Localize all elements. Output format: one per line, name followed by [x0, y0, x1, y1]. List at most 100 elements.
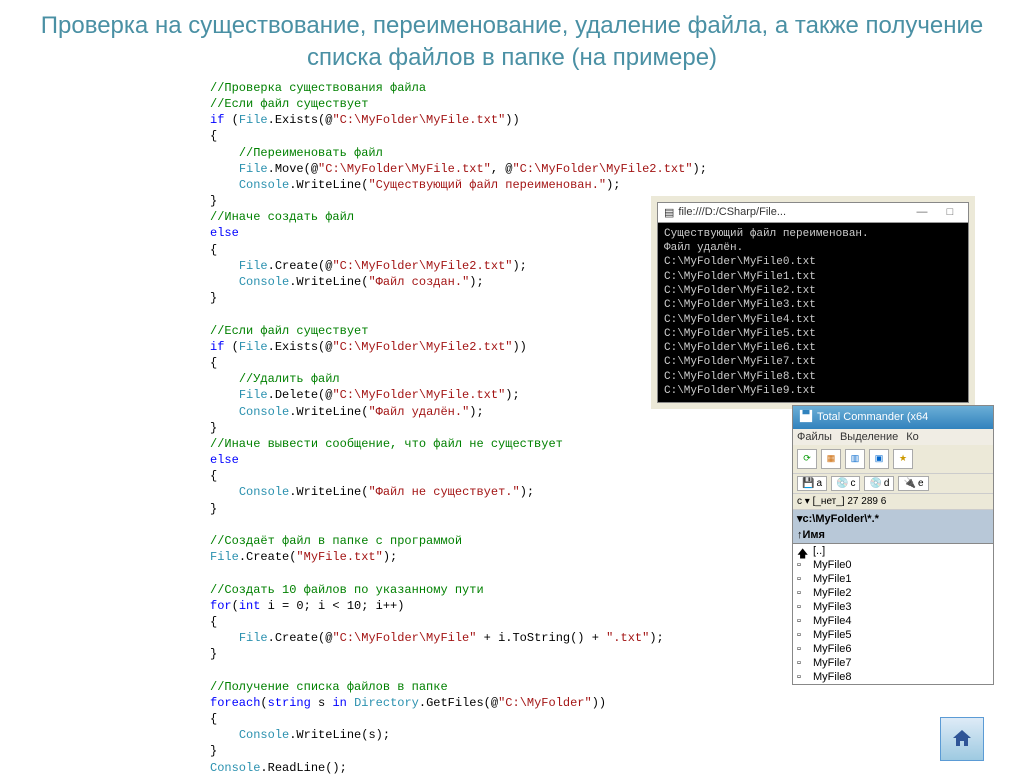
updir-item[interactable]: 🡅[..]: [793, 544, 993, 558]
menu-more[interactable]: Ко: [906, 431, 919, 443]
kw: else: [210, 453, 239, 467]
tc-path-label: c ▾ [_нет_] 27 289 6: [793, 494, 993, 510]
kw: string: [268, 696, 311, 710]
str: "Файл не существует.": [368, 485, 519, 499]
slide-title: Проверка на существование, переименовани…: [0, 0, 1024, 80]
method: .Move(@: [268, 162, 318, 176]
method: .ReadLine();: [260, 761, 346, 775]
drive-a[interactable]: 💾a: [797, 476, 827, 491]
comment: //Переименовать файл: [239, 146, 383, 160]
file-icon: ▤: [664, 206, 674, 219]
drive-e[interactable]: 🔌e: [898, 476, 928, 491]
tc-file-item[interactable]: ▫MyFile5: [793, 628, 993, 642]
refresh-icon[interactable]: ⟳: [797, 449, 817, 469]
tc-file-item[interactable]: ▫MyFile3: [793, 600, 993, 614]
tc-file-item[interactable]: ▫MyFile0: [793, 558, 993, 572]
type: File: [239, 162, 268, 176]
kw: else: [210, 226, 239, 240]
star-icon[interactable]: ★: [893, 449, 913, 469]
tc-file-item[interactable]: ▫MyFile6: [793, 642, 993, 656]
folder-up-icon: 🡅: [797, 545, 809, 557]
str: "C:\MyFolder\MyFile2.txt": [332, 340, 512, 354]
str: ".txt": [606, 631, 649, 645]
file-icon: ▫: [797, 643, 809, 655]
method: .ToString(): [505, 631, 584, 645]
menu-selection[interactable]: Выделение: [840, 431, 898, 443]
comment: //Иначе создать файл: [210, 210, 354, 224]
method: .Delete(@: [268, 388, 333, 402]
method: .WriteLine(: [289, 275, 368, 289]
method: .GetFiles(@: [419, 696, 498, 710]
type: File: [239, 259, 268, 273]
tc-toolbar: ⟳ ▦ ▥ ▣ ★: [793, 445, 993, 474]
file-icon: ▫: [797, 671, 809, 683]
tc-title-text: Total Commander (x64: [817, 411, 928, 423]
home-button[interactable]: [940, 717, 984, 761]
kw: in: [332, 696, 346, 710]
minimize-icon[interactable]: —: [910, 206, 934, 218]
str: "C:\MyFolder": [498, 696, 592, 710]
drive-d[interactable]: 💿d: [864, 476, 894, 491]
type: Console: [239, 178, 289, 192]
tc-file-item[interactable]: ▫MyFile7: [793, 656, 993, 670]
comment: //Если файл существует: [210, 97, 368, 111]
type: File: [239, 388, 268, 402]
txt: (: [232, 599, 239, 613]
tc-menubar[interactable]: Файлы Выделение Ко: [793, 429, 993, 445]
total-commander-window: Total Commander (x64 Файлы Выделение Ко …: [792, 405, 994, 685]
tc-location[interactable]: ▾c:\MyFolder\*.*: [793, 510, 993, 527]
method: .Create(@: [268, 631, 333, 645]
comment: //Иначе вывести сообщение, что файл не с…: [210, 437, 563, 451]
drive-c[interactable]: 💿c: [831, 476, 860, 491]
tc-file-item[interactable]: ▫MyFile1: [793, 572, 993, 586]
type: Console: [239, 275, 289, 289]
file-icon: ▫: [797, 615, 809, 627]
file-icon: ▫: [797, 573, 809, 585]
type: File: [239, 631, 268, 645]
tc-file-list: 🡅[..] ▫MyFile0▫MyFile1▫MyFile2▫MyFile3▫M…: [793, 544, 993, 684]
type: File: [239, 113, 268, 127]
menu-files[interactable]: Файлы: [797, 431, 832, 443]
kw: int: [239, 599, 261, 613]
tc-file-item[interactable]: ▫MyFile8: [793, 670, 993, 684]
console-titlebar[interactable]: ▤ file:///D:/CSharp/File... — □: [658, 203, 968, 223]
home-icon: [950, 727, 974, 751]
str: "C:\MyFolder\MyFile.txt": [332, 113, 505, 127]
method: .WriteLine(: [289, 178, 368, 192]
comment: //Получение списка файлов в папке: [210, 680, 448, 694]
console-output: Существующий файл переименован. Файл уда…: [658, 223, 968, 403]
comment: //Создаёт файл в папке с программой: [210, 534, 462, 548]
tc-drives: 💾a 💿c 💿d 🔌e: [793, 474, 993, 494]
tree-icon[interactable]: ▥: [845, 449, 865, 469]
file-icon: ▫: [797, 629, 809, 641]
method: .Exists(@: [268, 340, 333, 354]
kw: foreach: [210, 696, 260, 710]
console-window: ▤ file:///D:/CSharp/File... — □ Существу…: [657, 202, 969, 404]
file-icon: ▫: [797, 657, 809, 669]
method: .Create(@: [268, 259, 333, 273]
tc-file-item[interactable]: ▫MyFile4: [793, 614, 993, 628]
file-icon: ▫: [797, 587, 809, 599]
comment: //Проверка существования файла: [210, 81, 426, 95]
tc-file-item[interactable]: ▫MyFile2: [793, 586, 993, 600]
kw: for: [210, 599, 232, 613]
str: "C:\MyFolder\MyFile2.txt": [332, 259, 512, 273]
method: .Create(: [239, 550, 297, 564]
kw: if: [210, 113, 224, 127]
str: "Существующий файл переименован.": [368, 178, 606, 192]
diskette-icon: [799, 409, 813, 426]
str: "C:\MyFolder\MyFile2.txt": [512, 162, 692, 176]
txt: s: [311, 696, 333, 710]
tc-titlebar[interactable]: Total Commander (x64: [793, 406, 993, 429]
comment: //Если файл существует: [210, 324, 368, 338]
str: "Файл удалён.": [368, 405, 469, 419]
view-icon[interactable]: ▦: [821, 449, 841, 469]
str: "C:\MyFolder\MyFile": [332, 631, 476, 645]
tc-column-header[interactable]: ↑Имя: [793, 527, 993, 544]
str: "Файл создан.": [368, 275, 469, 289]
image-icon[interactable]: ▣: [869, 449, 889, 469]
console-title-text: file:///D:/CSharp/File...: [678, 206, 786, 218]
kw: if: [210, 340, 224, 354]
type: Console: [239, 728, 289, 742]
maximize-icon[interactable]: □: [938, 206, 962, 218]
